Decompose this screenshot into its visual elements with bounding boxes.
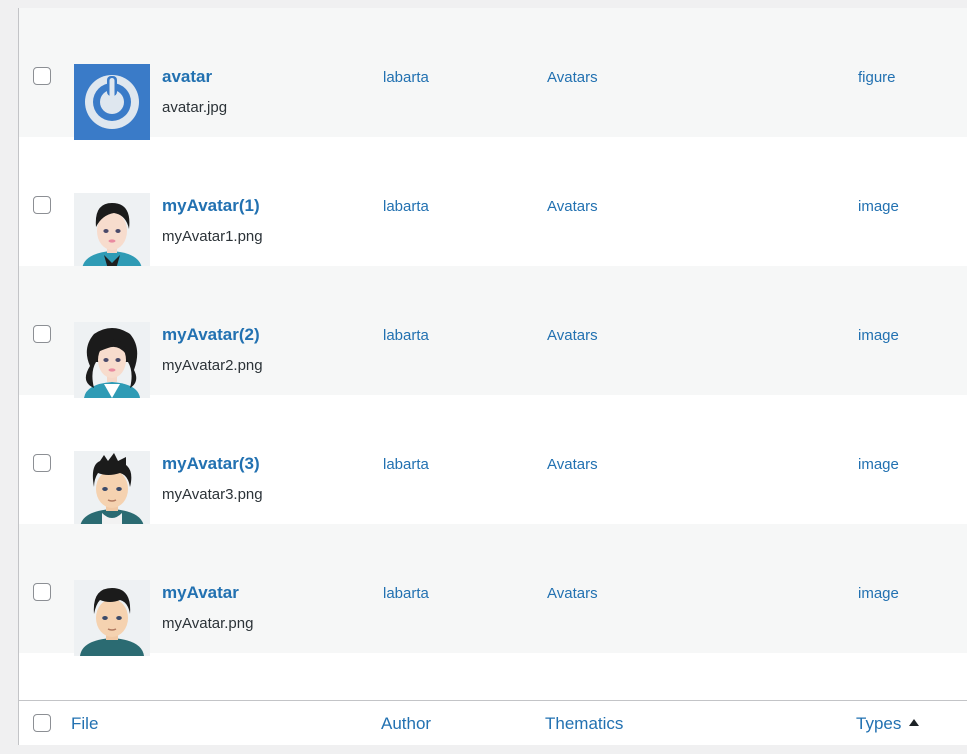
author-link[interactable]: labarta: [383, 585, 429, 602]
file-name: myAvatar1.png: [162, 228, 263, 245]
file-title-link[interactable]: myAvatar(2): [162, 325, 260, 345]
type-link[interactable]: figure: [858, 69, 896, 86]
thematics-link[interactable]: Avatars: [547, 585, 598, 602]
type-link[interactable]: image: [858, 327, 899, 344]
file-title-link[interactable]: myAvatar: [162, 583, 239, 603]
power-logo-icon[interactable]: [74, 64, 150, 140]
thematics-link[interactable]: Avatars: [547, 327, 598, 344]
column-footer-file[interactable]: File: [71, 701, 98, 745]
author-link[interactable]: labarta: [383, 327, 429, 344]
table-row: avatar avatar.jpg labarta Avatars figure: [19, 8, 967, 140]
thematics-link[interactable]: Avatars: [547, 456, 598, 473]
row-checkbox[interactable]: [33, 196, 51, 214]
man-short-hair-avatar-icon[interactable]: [74, 580, 150, 656]
column-footer-thematics[interactable]: Thematics: [545, 701, 623, 745]
file-title-link[interactable]: myAvatar(1): [162, 196, 260, 216]
table-row: myAvatar(1) myAvatar1.png labarta Avatar…: [19, 137, 967, 269]
file-name: avatar.jpg: [162, 99, 228, 116]
table-footer: File Author Thematics Types: [19, 700, 967, 745]
table-row: myAvatar myAvatar.png labarta Avatars im…: [19, 524, 967, 656]
table-row: myAvatar(2) myAvatar2.png labarta Avatar…: [19, 266, 967, 398]
author-link[interactable]: labarta: [383, 198, 429, 215]
file-title-link[interactable]: avatar: [162, 67, 212, 87]
type-link[interactable]: image: [858, 456, 899, 473]
column-footer-types-label: Types: [856, 714, 902, 733]
thematics-link[interactable]: Avatars: [547, 69, 598, 86]
row-checkbox[interactable]: [33, 583, 51, 601]
thematics-link[interactable]: Avatars: [547, 198, 598, 215]
author-link[interactable]: labarta: [383, 456, 429, 473]
woman-short-hair-avatar-icon[interactable]: [74, 193, 150, 269]
row-checkbox[interactable]: [33, 454, 51, 472]
author-link[interactable]: labarta: [383, 69, 429, 86]
sort-asc-icon: [909, 719, 920, 726]
type-link[interactable]: image: [858, 585, 899, 602]
media-list-table: File Author Thematics Types avatar avata…: [18, 8, 967, 745]
row-checkbox[interactable]: [33, 325, 51, 343]
column-footer-author[interactable]: Author: [381, 701, 431, 745]
man-spiky-hair-avatar-icon[interactable]: [74, 451, 150, 527]
column-footer-types[interactable]: Types: [856, 701, 920, 745]
file-name: myAvatar3.png: [162, 486, 263, 503]
table-row: myAvatar(3) myAvatar3.png labarta Avatar…: [19, 395, 967, 527]
type-link[interactable]: image: [858, 198, 899, 215]
file-title-link[interactable]: myAvatar(3): [162, 454, 260, 474]
row-checkbox[interactable]: [33, 67, 51, 85]
file-name: myAvatar.png: [162, 615, 254, 632]
select-all-checkbox-footer[interactable]: [33, 714, 51, 732]
woman-curly-hair-avatar-icon[interactable]: [74, 322, 150, 398]
file-name: myAvatar2.png: [162, 357, 263, 374]
